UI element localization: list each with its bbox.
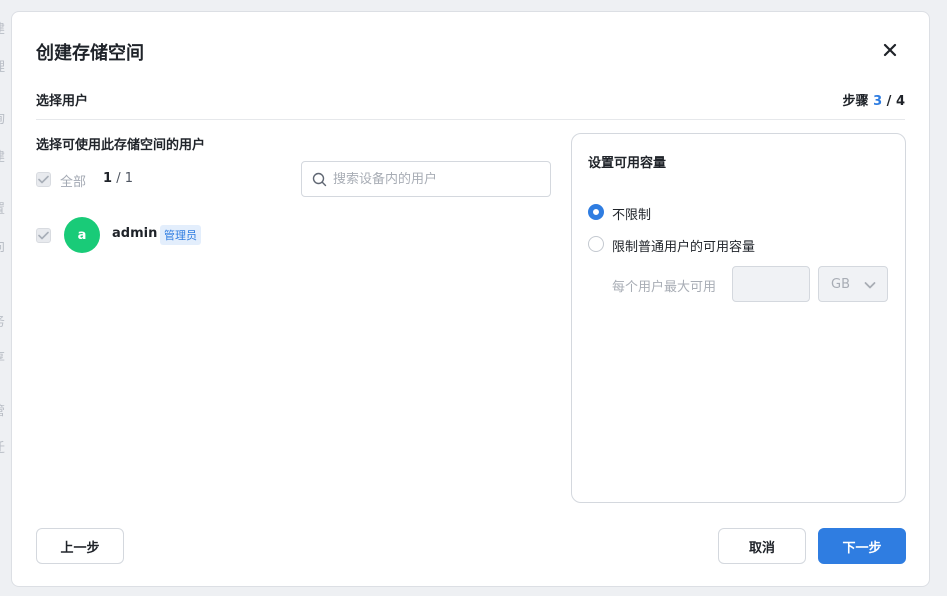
step-counter: 步骤 3 / 4	[843, 90, 905, 109]
selected-count: 1 / 1	[103, 171, 133, 186]
previous-step-button[interactable]: 上一步	[36, 528, 124, 564]
user-name: admin	[112, 226, 158, 241]
background-nav-item: 享	[0, 347, 5, 366]
user-search-box[interactable]	[301, 161, 551, 197]
step-separator: /	[886, 94, 892, 109]
background-nav-item: 建	[0, 146, 5, 165]
limited-radio[interactable]	[588, 236, 604, 252]
create-storage-dialog: 创建存储空间 选择用户 步骤 3 / 4 选择可使用此存储空间的用户 全部 1 …	[11, 11, 930, 587]
close-button[interactable]	[878, 38, 902, 62]
step-name: 选择用户	[36, 94, 89, 109]
background-nav-item: 管	[0, 400, 5, 419]
max-capacity-input[interactable]	[732, 266, 810, 302]
next-step-button[interactable]: 下一步	[818, 528, 906, 564]
background-nav-item: 询	[0, 108, 5, 127]
select-all-label: 全部	[60, 175, 87, 190]
background-nav-item: 置	[0, 198, 5, 217]
capacity-panel: 设置可用容量 不限制 限制普通用户的可用容量 每个用户最大可用 GB	[571, 133, 906, 503]
chevron-down-icon	[864, 282, 876, 289]
user-checkbox[interactable]	[36, 228, 51, 243]
check-icon	[38, 175, 49, 184]
users-section-title: 选择可使用此存储空间的用户	[36, 138, 206, 153]
step-prefix: 步骤	[842, 94, 869, 109]
background-nav-item: 建	[0, 18, 5, 37]
step-current: 3	[873, 94, 883, 109]
selected-count-value: 1	[103, 171, 113, 186]
search-icon	[312, 172, 327, 186]
header-divider	[36, 119, 905, 120]
background-nav-item: 向	[0, 236, 5, 255]
limited-label[interactable]: 限制普通用户的可用容量	[612, 236, 755, 255]
cancel-button[interactable]: 取消	[718, 528, 806, 564]
total-count-value: 1	[124, 171, 133, 186]
max-per-user-label: 每个用户最大可用	[612, 280, 717, 295]
check-icon	[38, 231, 49, 240]
avatar: a	[64, 217, 100, 253]
background-nav-item: 务	[0, 311, 5, 330]
unit-select[interactable]: GB	[818, 266, 888, 302]
select-all-checkbox[interactable]	[36, 172, 51, 187]
dialog-title: 创建存储空间	[36, 43, 144, 64]
user-search-input[interactable]	[333, 171, 533, 187]
capacity-panel-title: 设置可用容量	[588, 156, 667, 171]
unlimited-label[interactable]: 不限制	[612, 204, 651, 223]
role-badge: 管理员	[160, 225, 201, 245]
count-separator: /	[116, 171, 121, 186]
unit-select-value: GB	[831, 276, 850, 292]
step-total: 4	[895, 94, 905, 109]
unlimited-radio[interactable]	[588, 204, 604, 220]
background-nav-item: 迁	[0, 437, 5, 456]
background-nav-item: 理	[0, 56, 5, 75]
close-icon	[883, 43, 897, 57]
